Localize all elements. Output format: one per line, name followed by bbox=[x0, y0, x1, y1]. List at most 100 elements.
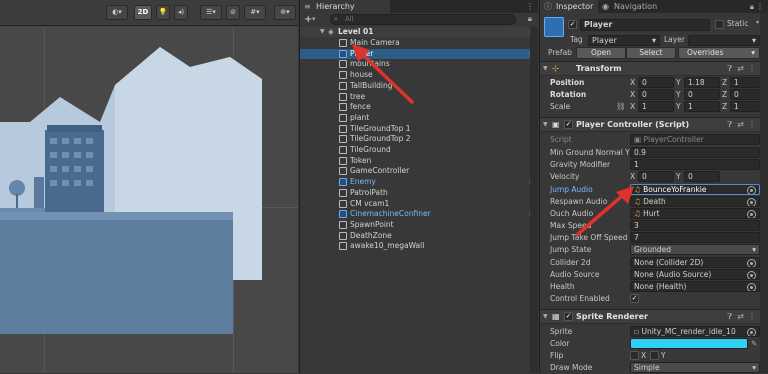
hierarchy-scrollbar[interactable] bbox=[530, 27, 538, 373]
hierarchy-item[interactable]: TallBuilding bbox=[300, 81, 538, 91]
min-ground-normal-field[interactable]: 0.9 bbox=[630, 147, 760, 158]
hierarchy-item[interactable]: awake10_megaWall bbox=[300, 241, 538, 251]
tab-navigation[interactable]: ◉ Navigation bbox=[598, 0, 678, 13]
color-swatch[interactable] bbox=[630, 338, 748, 349]
position-x-field[interactable]: 0 bbox=[638, 77, 674, 88]
object-picker-icon[interactable] bbox=[747, 210, 756, 218]
layer-dropdown[interactable]: ▾ bbox=[688, 35, 760, 46]
kebab-menu-icon[interactable]: ⋮ bbox=[526, 0, 534, 13]
transform-header[interactable]: ▼ ⊹ Transform ❓︎ ⇄ ⋮ bbox=[540, 61, 760, 76]
component-menu-icon[interactable]: ⋮ bbox=[748, 310, 756, 323]
grid-dropdown[interactable]: #▾ bbox=[244, 5, 266, 20]
eyedropper-icon[interactable]: ✎ bbox=[751, 338, 757, 350]
link-icon[interactable]: ⛓︎ bbox=[616, 101, 626, 113]
active-checkbox[interactable]: ✓ bbox=[568, 20, 577, 29]
jump-take-off-field[interactable]: 7 bbox=[630, 232, 760, 243]
help-icon[interactable]: ❓︎ bbox=[727, 310, 732, 323]
jump-audio-field[interactable]: ♫ BounceYoFrankie bbox=[630, 184, 760, 195]
ouch-audio-field[interactable]: ♫ Hurt bbox=[630, 208, 760, 219]
2d-toggle-button[interactable]: 2D bbox=[134, 5, 152, 20]
preset-icon[interactable]: ⇄ bbox=[737, 310, 744, 323]
hierarchy-item[interactable]: Main Camera bbox=[300, 38, 538, 48]
kebab-menu-icon[interactable]: ⋮ bbox=[756, 0, 764, 13]
expand-arrow-icon[interactable]: ▼ bbox=[320, 27, 325, 37]
hierarchy-item[interactable]: GameController bbox=[300, 166, 538, 176]
lock-icon[interactable]: 🔒︎ bbox=[528, 14, 532, 24]
object-picker-icon[interactable] bbox=[747, 328, 756, 336]
tab-hierarchy[interactable]: ≡ Hierarchy bbox=[300, 0, 390, 13]
object-picker-icon[interactable] bbox=[747, 283, 756, 291]
component-menu-icon[interactable]: ⋮ bbox=[748, 118, 756, 131]
help-icon[interactable]: ❓︎ bbox=[727, 118, 732, 131]
object-picker-icon[interactable] bbox=[747, 198, 756, 206]
scene-canvas[interactable] bbox=[0, 27, 298, 373]
velocity-x-field[interactable]: 0 bbox=[638, 171, 674, 182]
draw-mode-dropdown[interactable]: ◐▾ bbox=[106, 5, 128, 20]
audio-source-field[interactable]: None (Audio Source) bbox=[630, 269, 760, 280]
hidden-objects-icon[interactable]: ⊘ bbox=[226, 5, 240, 20]
scene-root-row[interactable]: ▼ ◈ Level 01 ⋮ bbox=[300, 27, 538, 37]
overrides-dropdown[interactable]: Overrides ▾ bbox=[678, 47, 760, 59]
hierarchy-item[interactable]: fence bbox=[300, 102, 538, 112]
hierarchy-item[interactable]: Player› bbox=[300, 48, 538, 59]
player-controller-header[interactable]: ▼ ▣ ✓ Player Controller (Script) ❓︎ ⇄ ⋮ bbox=[540, 117, 760, 132]
hierarchy-item[interactable]: mountains bbox=[300, 59, 538, 69]
object-picker-icon[interactable] bbox=[747, 271, 756, 279]
respawn-audio-field[interactable]: ♫ Death bbox=[630, 196, 760, 207]
flip-x-checkbox[interactable] bbox=[630, 351, 639, 360]
static-checkbox[interactable] bbox=[715, 20, 724, 29]
health-field[interactable]: None (Health) bbox=[630, 281, 760, 292]
position-y-field[interactable]: 1.18 bbox=[684, 77, 720, 88]
hierarchy-item[interactable]: PatrolPath bbox=[300, 188, 538, 198]
lighting-icon[interactable]: 💡 bbox=[156, 5, 170, 20]
hierarchy-item[interactable]: TileGround bbox=[300, 145, 538, 155]
lock-icon[interactable]: 🔒︎ bbox=[750, 0, 754, 13]
search-input[interactable]: ⌕ All bbox=[330, 14, 516, 25]
max-speed-field[interactable]: 3 bbox=[630, 220, 760, 231]
tab-inspector[interactable]: ⓘ Inspector bbox=[540, 0, 598, 13]
hierarchy-item[interactable]: CinemachineConfiner› bbox=[300, 209, 538, 219]
jump-state-dropdown[interactable]: Grounded ▾ bbox=[630, 244, 760, 255]
hierarchy-item[interactable]: CM vcam1 bbox=[300, 199, 538, 209]
open-prefab-button[interactable]: Open bbox=[576, 47, 626, 59]
rotation-y-field[interactable]: 0 bbox=[684, 89, 720, 100]
position-z-field[interactable]: 1 bbox=[730, 77, 761, 88]
inspector-scrollbar[interactable] bbox=[760, 13, 768, 373]
select-prefab-button[interactable]: Select bbox=[626, 47, 676, 59]
chevron-down-icon[interactable]: ▾ bbox=[756, 19, 759, 26]
chevron-down-icon[interactable]: ▾ bbox=[312, 13, 316, 26]
scale-x-field[interactable]: 1 bbox=[638, 101, 674, 112]
gizmos-dropdown[interactable]: ⊕▾ bbox=[274, 5, 296, 20]
hierarchy-item[interactable]: DeathZone bbox=[300, 231, 538, 241]
component-menu-icon[interactable]: ⋮ bbox=[748, 62, 756, 75]
velocity-y-field[interactable]: 0 bbox=[684, 171, 720, 182]
component-enabled-checkbox[interactable]: ✓ bbox=[564, 120, 573, 129]
preset-icon[interactable]: ⇄ bbox=[737, 118, 744, 131]
sprite-renderer-header[interactable]: ▼ ▦ ✓ Sprite Renderer ❓︎ ⇄ ⋮ bbox=[540, 309, 760, 324]
sprite-field[interactable]: ▫ Unity_MC_render_idle_10 bbox=[630, 326, 760, 337]
scale-z-field[interactable]: 1 bbox=[730, 101, 761, 112]
rotation-x-field[interactable]: 0 bbox=[638, 89, 674, 100]
hierarchy-item[interactable]: TileGroundTop 2 bbox=[300, 134, 538, 144]
object-picker-icon[interactable] bbox=[747, 259, 756, 267]
tag-dropdown[interactable]: Player ▾ bbox=[588, 35, 660, 46]
control-enabled-checkbox[interactable]: ✓ bbox=[630, 294, 639, 303]
preset-icon[interactable]: ⇄ bbox=[737, 62, 744, 75]
effects-dropdown[interactable]: ☰▾ bbox=[200, 5, 222, 20]
rotation-z-field[interactable]: 0 bbox=[730, 89, 761, 100]
draw-mode-dropdown[interactable]: Simple ▾ bbox=[630, 362, 760, 373]
hierarchy-item[interactable]: tree bbox=[300, 92, 538, 102]
scale-y-field[interactable]: 1 bbox=[684, 101, 720, 112]
flip-y-checkbox[interactable] bbox=[650, 351, 659, 360]
gravity-modifier-field[interactable]: 1 bbox=[630, 159, 760, 170]
hierarchy-item[interactable]: SpawnPoint bbox=[300, 220, 538, 230]
object-picker-icon[interactable] bbox=[747, 186, 756, 194]
hierarchy-item[interactable]: plant bbox=[300, 113, 538, 123]
audio-icon[interactable]: ◂) bbox=[174, 5, 188, 20]
hierarchy-item[interactable]: house bbox=[300, 70, 538, 80]
object-name-field[interactable]: Player bbox=[580, 19, 710, 31]
hierarchy-item[interactable]: Enemy› bbox=[300, 177, 538, 187]
collider-field[interactable]: None (Collider 2D) bbox=[630, 257, 760, 268]
hierarchy-item[interactable]: Token bbox=[300, 156, 538, 166]
help-icon[interactable]: ❓︎ bbox=[727, 62, 732, 75]
